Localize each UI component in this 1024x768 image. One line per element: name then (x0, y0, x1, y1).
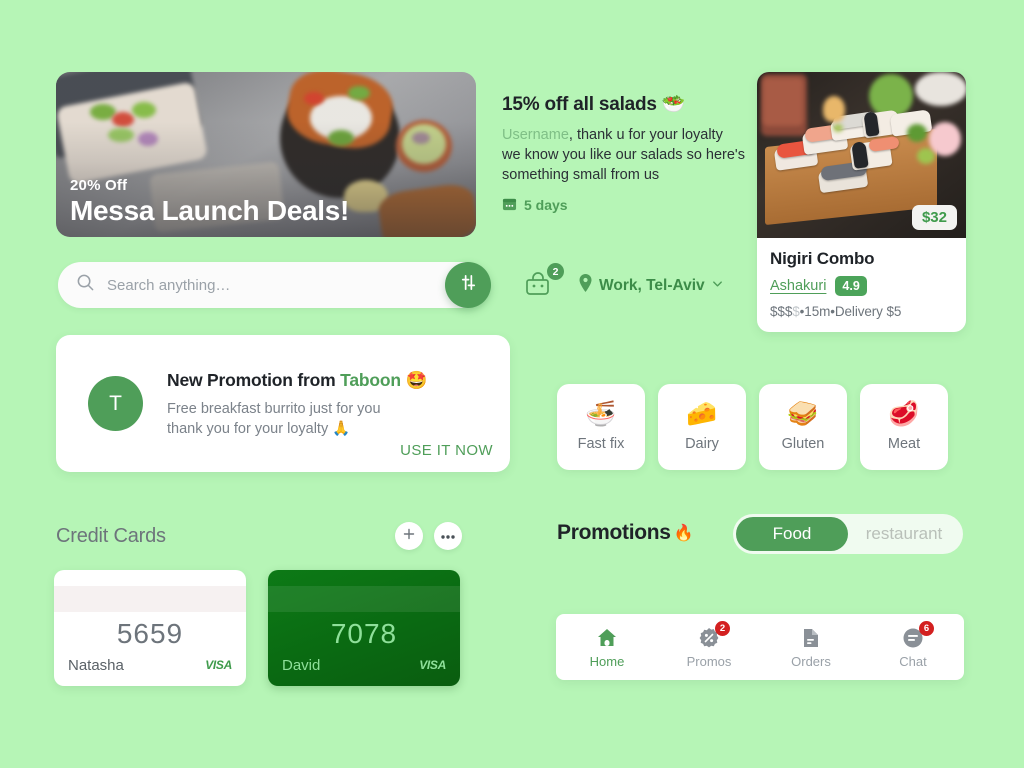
salad-promo-line2: we know you like our salads so here's (502, 147, 745, 163)
visa-logo-icon: VISA (419, 658, 446, 672)
salad-promo-line1: , thank u for your loyalty (568, 127, 723, 143)
category-label: Fast fix (577, 436, 625, 452)
dish-photo: $32 (757, 72, 966, 238)
steak-icon: 🥩 (888, 400, 920, 428)
dish-meta-rest: •15m•Delivery $5 (799, 304, 902, 319)
ellipsis-icon (440, 527, 456, 545)
salad-promo-body: Username, thank u for your loyalty we kn… (502, 125, 752, 185)
location-selector[interactable]: Work, Tel-Aviv (578, 274, 724, 297)
category-label: Dairy (685, 436, 719, 452)
fire-icon: 🔥 (673, 525, 694, 542)
category-tiles: 🍜 Fast fix 🧀 Dairy 🥪 Gluten 🥩 Meat (557, 384, 948, 470)
dish-restaurant-row: Ashakuri 4.9 (770, 276, 953, 296)
nav-badge: 6 (919, 620, 934, 636)
discount-gear-icon: 2 (697, 620, 730, 650)
nav-item-orders[interactable]: Orders (760, 626, 862, 669)
card-options-button[interactable] (434, 522, 462, 550)
category-tile-meat[interactable]: 🥩 Meat (860, 384, 948, 470)
plus-icon (402, 527, 416, 546)
category-label: Meat (887, 436, 921, 452)
category-tile-fast-fix[interactable]: 🍜 Fast fix (557, 384, 645, 470)
shopping-bag-icon (522, 272, 556, 304)
nav-label: Promos (686, 653, 732, 669)
hero-banner[interactable]: 20% Off Messa Launch Deals! (56, 72, 476, 237)
credit-card-natasha[interactable]: 5659 Natasha VISA (54, 570, 246, 686)
salad-promo-username: Username (502, 127, 569, 143)
category-tile-dairy[interactable]: 🧀 Dairy (658, 384, 746, 470)
location-label: Work, Tel-Aviv (599, 276, 705, 294)
promotion-subtitle: Free breakfast burrito just for you than… (167, 399, 494, 439)
add-card-button[interactable] (395, 522, 423, 550)
cart-badge: 2 (547, 263, 564, 280)
chat-icon: 6 (901, 620, 934, 650)
promotion-title-prefix: New Promotion from (167, 370, 341, 390)
dish-price-level: $$$ (770, 304, 793, 319)
nav-item-chat[interactable]: 6 Chat (862, 620, 964, 669)
sliders-icon (459, 273, 478, 297)
dish-meta: $$$$•15m•Delivery $5 (770, 304, 953, 319)
dish-info: Nigiri Combo Ashakuri 4.9 $$$$•15m•Deliv… (757, 238, 966, 332)
takeout-box-icon: 🍜 (585, 400, 617, 428)
dish-name: Nigiri Combo (770, 249, 875, 268)
salad-promo-title: 15% off all salads 🥗 (502, 94, 686, 115)
filter-button[interactable] (445, 262, 491, 308)
promotion-brand: Taboon (340, 370, 401, 390)
cheese-icon: 🧀 (686, 400, 718, 428)
category-label: Gluten (781, 436, 825, 452)
salad-promo-duration: 5 days (502, 196, 752, 214)
card-stripe (268, 586, 460, 612)
map-pin-icon (578, 274, 593, 297)
promotions-heading: Promotions 🔥 (557, 521, 694, 545)
promotions-heading-label: Promotions (557, 521, 671, 544)
credit-cards-heading: Credit Cards (56, 525, 166, 547)
duration-label: 5 days (524, 197, 568, 213)
promotion-sub-line1: Free breakfast burrito just for you (167, 401, 381, 417)
hero-text-block: 20% Off Messa Launch Deals! (70, 177, 349, 227)
hero-title: Messa Launch Deals! (70, 195, 350, 226)
cart-button[interactable]: 2 (522, 263, 564, 306)
use-it-now-button[interactable]: USE IT NOW (400, 442, 493, 459)
promotion-card[interactable]: T New Promotion from Taboon 🤩 Free break… (56, 335, 510, 472)
nav-item-promos[interactable]: 2 Promos (658, 620, 760, 669)
salad-promo-block: 15% off all salads 🥗 Username, thank u f… (502, 92, 752, 214)
hero-kicker: 20% Off (70, 177, 128, 194)
sandwich-icon: 🥪 (787, 400, 819, 428)
nav-label: Home (589, 653, 625, 669)
visa-logo-icon: VISA (205, 658, 232, 672)
dish-restaurant-link[interactable]: Ashakuri (770, 278, 826, 294)
search-icon (76, 273, 95, 297)
promotion-content: New Promotion from Taboon 🤩 Free breakfa… (167, 370, 494, 439)
category-tile-gluten[interactable]: 🥪 Gluten (759, 384, 847, 470)
search-bar[interactable] (58, 262, 488, 308)
promotion-sub-line2: thank you for your loyalty 🙏 (167, 421, 351, 437)
salad-promo-line3: something small from us (502, 167, 660, 183)
bottom-navigation: Home 2 Promos Orders 6 Chat (556, 614, 964, 680)
dish-rating-badge: 4.9 (835, 276, 867, 296)
card-number: 7078 (330, 618, 398, 649)
search-input[interactable] (107, 276, 437, 294)
nav-item-home[interactable]: Home (556, 626, 658, 669)
dish-price: $32 (911, 205, 957, 230)
dish-price-level-dim: $ (792, 304, 800, 319)
promotion-title: New Promotion from Taboon 🤩 (167, 370, 494, 391)
promotions-segmented-control[interactable]: Food restaurant (733, 514, 963, 554)
card-stripe (54, 586, 246, 612)
chevron-down-icon[interactable] (711, 277, 724, 295)
card-holder: Natasha (68, 657, 124, 674)
calendar-icon (502, 196, 517, 214)
segment-food[interactable]: Food (736, 517, 848, 551)
nav-label: Orders (791, 653, 831, 669)
nav-badge: 2 (715, 620, 730, 636)
dish-card[interactable]: $32 Nigiri Combo Ashakuri 4.9 $$$$•15m•D… (757, 72, 966, 332)
credit-card-david[interactable]: 7078 David VISA (268, 570, 460, 686)
avatar: T (88, 376, 143, 431)
home-icon (595, 626, 619, 650)
nav-label: Chat (899, 653, 927, 669)
card-number: 5659 (116, 618, 184, 649)
app-screen: 20% Off Messa Launch Deals! 15% off all … (0, 0, 1024, 768)
promotion-title-emoji: 🤩 (400, 370, 428, 390)
document-icon (799, 626, 823, 650)
segment-restaurant[interactable]: restaurant (848, 517, 960, 551)
card-holder: David (282, 657, 321, 674)
